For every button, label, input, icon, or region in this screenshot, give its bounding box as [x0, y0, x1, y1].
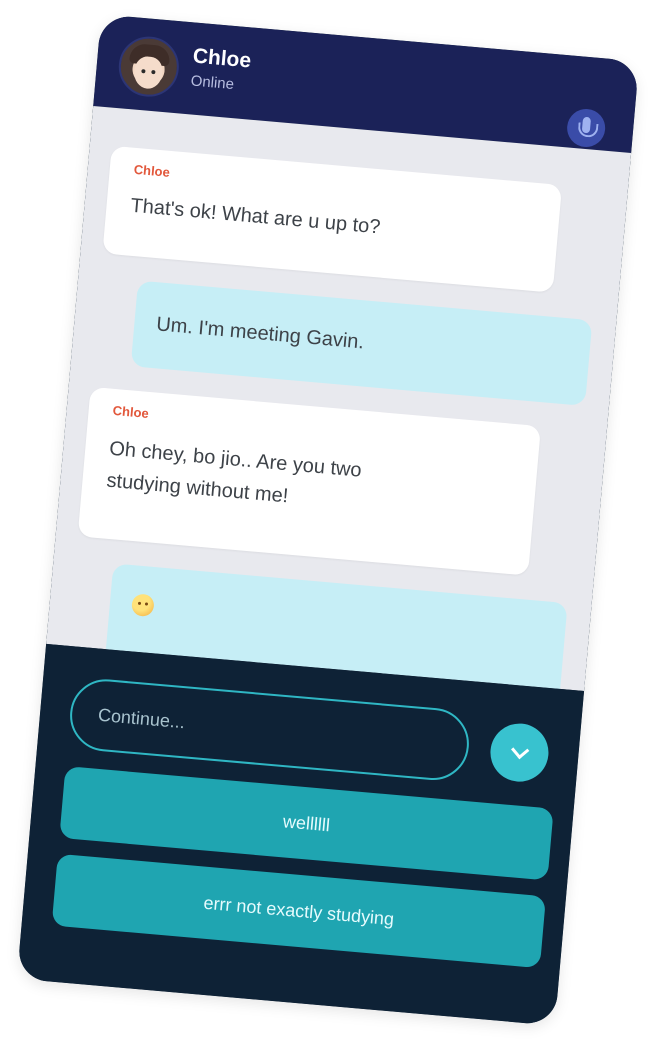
continue-input[interactable] — [67, 676, 472, 783]
contact-name: Chloe — [191, 44, 253, 73]
message-text: Um. I'm meeting Gavin. — [155, 313, 365, 354]
smiling-face-icon — [130, 593, 155, 618]
screenshot-stage: Chloe Online Chloe That's ok! What are u… — [0, 0, 655, 1043]
chat-screen: Chloe Online Chloe That's ok! What are u… — [16, 14, 640, 1026]
chevron-down-icon — [511, 740, 530, 760]
message-sender: Chloe — [112, 402, 150, 421]
reply-controls: wellllll errr not exactly studying — [16, 643, 585, 1026]
message-list[interactable]: Chloe That's ok! What are u up to? Um. I… — [46, 105, 632, 691]
message-text: That's ok! What are u up to? — [129, 194, 382, 239]
contact-status: Online — [190, 72, 235, 94]
message-bubble-incoming: Chloe That's ok! What are u up to? — [102, 145, 563, 293]
user-avatar-icon[interactable] — [116, 34, 182, 100]
expand-options-button[interactable] — [488, 721, 551, 784]
avatar-face — [132, 55, 164, 90]
message-bubble-outgoing: Um. I'm meeting Gavin. — [130, 280, 593, 406]
message-bubble-incoming: Chloe Oh chey, bo jio.. Are you two stud… — [77, 386, 541, 576]
message-sender: Chloe — [133, 161, 171, 180]
microphone-icon[interactable] — [565, 107, 607, 149]
